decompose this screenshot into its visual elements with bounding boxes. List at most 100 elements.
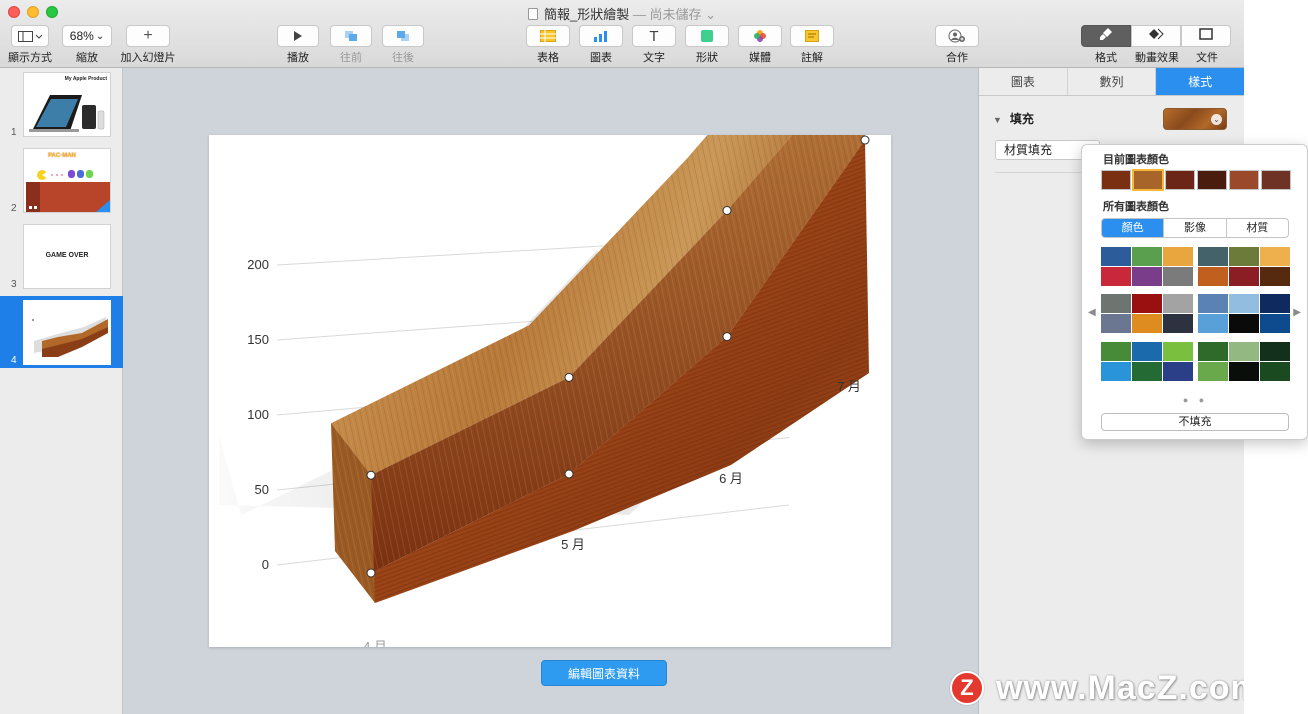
palette-swatch[interactable] (1132, 267, 1162, 286)
palette-swatch[interactable] (1260, 362, 1290, 381)
palette-swatch[interactable] (1229, 362, 1259, 381)
color-palette-2[interactable] (1198, 247, 1290, 286)
palette-swatch[interactable] (1163, 362, 1193, 381)
palette-swatch[interactable] (1132, 294, 1162, 313)
palette-swatch[interactable] (1163, 294, 1193, 313)
color-palette-4[interactable] (1198, 294, 1290, 333)
chevron-down-icon[interactable]: ⌄ (701, 7, 716, 22)
tab-style[interactable]: 樣式 (1156, 68, 1244, 95)
play-button[interactable]: 播放 (277, 25, 319, 65)
current-swatch-6[interactable] (1261, 170, 1291, 190)
x-tick-label: 4 月 (363, 639, 387, 647)
disclosure-triangle-icon[interactable]: ▼ (993, 115, 1002, 125)
palette-swatch[interactable] (1198, 342, 1228, 361)
palette-swatch[interactable] (1260, 294, 1290, 313)
format-button[interactable] (1081, 25, 1131, 47)
data-point-handle[interactable] (564, 469, 574, 479)
comment-button[interactable]: 註解 (790, 25, 834, 65)
palette-swatch[interactable] (1198, 294, 1228, 313)
view-label: 顯示方式 (8, 52, 52, 64)
color-palette-5[interactable] (1101, 342, 1193, 381)
media-label: 媒體 (749, 52, 771, 64)
palette-swatch[interactable] (1198, 267, 1228, 286)
palette-swatch[interactable] (1101, 267, 1131, 286)
table-button[interactable]: 表格 (526, 25, 570, 65)
palette-swatch[interactable] (1229, 294, 1259, 313)
palette-swatch[interactable] (1260, 267, 1290, 286)
forward-button[interactable]: 往後 (382, 25, 424, 65)
collaborate-label: 合作 (946, 52, 968, 64)
slide-thumbnail-1[interactable]: My Apple Product 1 (0, 68, 123, 140)
palette-swatch[interactable] (1229, 247, 1259, 266)
animate-button[interactable] (1131, 25, 1181, 47)
collaborate-button[interactable]: 合作 (935, 25, 979, 65)
palette-swatch[interactable] (1260, 342, 1290, 361)
view-button[interactable]: 顯示方式 (8, 25, 52, 65)
previous-page-icon[interactable]: ◀ (1088, 307, 1096, 318)
next-page-icon[interactable]: ▶ (1293, 307, 1301, 318)
text-button[interactable]: T 文字 (632, 25, 676, 65)
palette-swatch[interactable] (1163, 314, 1193, 333)
tab-series[interactable]: 數列 (1068, 68, 1157, 95)
segment-texture[interactable]: 材質 (1227, 219, 1288, 237)
palette-swatch[interactable] (1101, 294, 1131, 313)
wood-3d-area-chart[interactable]: 0 50 100 150 200 4 月 5 月 6 月 7 月 (209, 0, 891, 654)
current-swatch-3[interactable] (1165, 170, 1195, 190)
palette-swatch[interactable] (1101, 342, 1131, 361)
slide-navigator: My Apple Product 1 PAC-MAN 2 GAME OVER 3… (0, 68, 123, 714)
palette-swatch[interactable] (1132, 314, 1162, 333)
data-point-handle[interactable] (722, 206, 732, 215)
add-slide-label: 加入幻燈片 (120, 52, 176, 64)
media-button[interactable]: 媒體 (738, 25, 782, 65)
no-fill-button[interactable]: 不填充 (1101, 413, 1289, 431)
slide-thumbnail-4[interactable]: 4 (0, 296, 123, 368)
segment-image[interactable]: 影像 (1164, 219, 1227, 237)
data-point-handle[interactable] (722, 332, 732, 342)
palette-swatch[interactable] (1229, 267, 1259, 286)
data-point-handle[interactable] (366, 568, 376, 578)
document-button[interactable] (1181, 25, 1231, 47)
current-swatch-4[interactable] (1197, 170, 1227, 190)
palette-swatch[interactable] (1132, 342, 1162, 361)
slide-thumbnail-2[interactable]: PAC-MAN 2 (0, 144, 123, 216)
palette-swatch[interactable] (1229, 342, 1259, 361)
color-palette-6[interactable] (1198, 342, 1290, 381)
chart-button[interactable]: 圖表 (579, 25, 623, 65)
segment-color[interactable]: 顏色 (1102, 219, 1165, 237)
palette-swatch[interactable] (1260, 247, 1290, 266)
color-palette-3[interactable] (1101, 294, 1193, 333)
add-slide-button[interactable]: + 加入幻燈片 (120, 25, 176, 65)
palette-swatch[interactable] (1163, 267, 1193, 286)
slide-thumbnail-3[interactable]: GAME OVER 3 (0, 220, 123, 292)
chevron-down-icon: ⌄ (95, 30, 105, 42)
page-dots[interactable]: ● ● (1082, 395, 1308, 405)
zoom-button[interactable]: 68% ⌄ 縮放 (62, 25, 112, 65)
palette-swatch[interactable] (1132, 362, 1162, 381)
palette-swatch[interactable] (1229, 314, 1259, 333)
data-point-handle[interactable] (860, 135, 870, 145)
palette-swatch[interactable] (1198, 247, 1228, 266)
fill-swatch-button[interactable]: ⌄ (1163, 108, 1227, 130)
color-palette-1[interactable] (1101, 247, 1193, 286)
palette-swatch[interactable] (1163, 342, 1193, 361)
palette-swatch[interactable] (1132, 247, 1162, 266)
data-point-handle[interactable] (366, 470, 376, 480)
palette-swatch[interactable] (1198, 314, 1228, 333)
data-point-handle[interactable] (564, 372, 574, 382)
current-swatch-1[interactable] (1101, 170, 1131, 190)
back-button[interactable]: 往前 (330, 25, 372, 65)
palette-swatch[interactable] (1198, 362, 1228, 381)
palette-swatch[interactable] (1260, 314, 1290, 333)
fill-section-header[interactable]: ▼ 填充 (993, 110, 1034, 127)
palette-swatch[interactable] (1101, 362, 1131, 381)
palette-swatch[interactable] (1101, 314, 1131, 333)
palette-swatch[interactable] (1101, 247, 1131, 266)
edit-chart-data-button[interactable]: 編輯圖表資料 (541, 660, 667, 686)
current-swatch-5[interactable] (1229, 170, 1259, 190)
document-name[interactable]: 簡報_形狀繪製 (544, 7, 629, 22)
shape-button[interactable]: 形狀 (685, 25, 729, 65)
palette-swatch[interactable] (1163, 247, 1193, 266)
tab-chart[interactable]: 圖表 (979, 68, 1068, 95)
slide-canvas[interactable]: 0 50 100 150 200 4 月 5 月 6 月 7 月 (209, 0, 891, 654)
current-swatch-2[interactable] (1132, 169, 1164, 191)
